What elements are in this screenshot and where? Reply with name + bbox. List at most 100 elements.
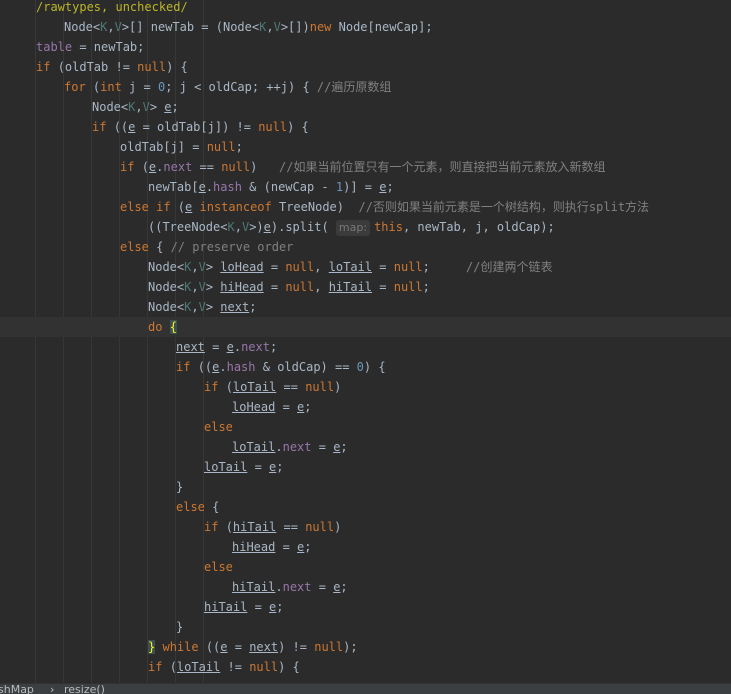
code-token: V — [198, 260, 206, 274]
code-token: ((TreeNode< — [148, 220, 228, 234]
code-token: loTail — [176, 660, 221, 674]
code-token: e — [226, 340, 234, 354]
code-line[interactable]: } — [0, 617, 731, 637]
code-token: hash — [226, 360, 256, 374]
code-text: } — [176, 617, 183, 637]
code-line[interactable]: Node<K,V> loHead = null, loTail = null; … — [0, 257, 731, 277]
code-text: Node<K,V> next; — [148, 297, 256, 317]
code-text: Node<K,V> e; — [92, 97, 179, 117]
code-token: for — [64, 80, 93, 94]
code-text: else { — [176, 497, 219, 517]
code-token: Node[newCap]; — [338, 20, 433, 34]
code-line[interactable]: if (oldTab != null) { — [0, 57, 731, 77]
code-token: == — [276, 520, 306, 534]
code-token: = oldTab[j]) != — [135, 120, 259, 134]
code-token: Node< — [148, 300, 185, 314]
code-token: hiTail — [328, 280, 373, 294]
code-line[interactable]: if (e.next == null) //如果当前位置只有一个元素，则直接把当… — [0, 157, 731, 177]
code-token: null — [137, 60, 167, 74]
code-line[interactable]: next = e.next; — [0, 337, 731, 357]
code-line[interactable]: else { — [0, 497, 731, 517]
code-token: ; j < oldCap; ++j) { — [165, 80, 317, 94]
code-token: >[]) — [280, 20, 310, 34]
code-token: (( — [197, 360, 213, 374]
code-line[interactable]: oldTab[j] = null; — [0, 137, 731, 157]
code-line[interactable]: else — [0, 417, 731, 437]
code-token: (oldTab != — [57, 60, 138, 74]
code-token: ( — [225, 380, 233, 394]
code-token: , — [234, 220, 242, 234]
code-line[interactable]: newTab[e.hash & (newCap - 1)] = e; — [0, 177, 731, 197]
code-line[interactable]: if ((e = oldTab[j]) != null) { — [0, 117, 731, 137]
code-token: . — [219, 360, 227, 374]
code-token: e — [164, 100, 172, 114]
code-line[interactable]: if ((e.hash & oldCap) == 0) { — [0, 357, 731, 377]
code-token: next — [176, 340, 205, 354]
code-line[interactable]: loHead = e; — [0, 397, 731, 417]
code-line[interactable]: table = newTab; — [0, 37, 731, 57]
code-line[interactable]: for (int j = 0; j < oldCap; ++j) { //遍历原… — [0, 77, 731, 97]
code-line[interactable]: hiTail.next = e; — [0, 577, 731, 597]
code-token: V — [114, 20, 122, 34]
code-line[interactable]: do { — [0, 317, 731, 337]
code-line[interactable]: } — [0, 477, 731, 497]
code-line[interactable]: loTail.next = e; — [0, 437, 731, 457]
code-token: V — [198, 300, 206, 314]
code-token: hiTail — [232, 520, 277, 534]
code-token: if — [204, 380, 226, 394]
code-token: = — [311, 440, 334, 454]
code-text: hiTail.next = e; — [232, 577, 348, 597]
code-text: Node<K,V>[] newTab = (Node<K,V>[])new No… — [64, 17, 433, 37]
code-line[interactable]: hiTail = e; — [0, 597, 731, 617]
code-token: { — [212, 500, 220, 514]
code-text: if (hiTail == null) — [204, 517, 341, 537]
code-text: next = e.next; — [176, 337, 277, 357]
code-token: V — [273, 20, 281, 34]
code-token: if — [148, 660, 170, 674]
code-token: >) — [249, 220, 264, 234]
code-line[interactable]: Node<K,V> e; — [0, 97, 731, 117]
code-token: null — [249, 660, 279, 674]
code-token: V — [142, 100, 150, 114]
code-line[interactable]: /rawtypes, unchecked/ — [0, 0, 731, 17]
code-line[interactable]: else — [0, 557, 731, 577]
code-token: , — [135, 100, 143, 114]
code-token: . — [275, 440, 283, 454]
code-line[interactable]: Node<K,V>[] newTab = (Node<K,V>[])new No… — [0, 17, 731, 37]
code-line[interactable]: if (loTail != null) { — [0, 657, 731, 677]
code-token: e — [198, 180, 206, 194]
code-token: , — [191, 300, 199, 314]
code-token: loHead — [220, 260, 264, 274]
code-line[interactable]: hiHead = e; — [0, 537, 731, 557]
code-line[interactable]: if (hiTail == null) — [0, 517, 731, 537]
code-token: newTab[ — [148, 180, 199, 194]
code-token: if — [36, 60, 58, 74]
code-token: loTail — [204, 460, 248, 474]
code-line[interactable]: } while ((e = next) != null); — [0, 637, 731, 657]
code-token: Node< — [92, 100, 129, 114]
code-token: > — [205, 280, 221, 294]
code-token: loTail — [232, 380, 277, 394]
code-token: } — [176, 480, 184, 494]
code-token: hiHead — [220, 280, 264, 294]
code-token: == — [276, 380, 306, 394]
code-token: else — [176, 500, 213, 514]
code-token: null — [305, 380, 335, 394]
code-line[interactable]: else { // preserve order — [0, 237, 731, 257]
breadcrumb: shMap › resize() — [0, 683, 731, 694]
code-line[interactable]: loTail = e; — [0, 457, 731, 477]
code-token: /rawtypes, unchecked/ — [36, 0, 188, 14]
code-editor[interactable]: /rawtypes, unchecked/Node<K,V>[] newTab … — [0, 0, 731, 683]
code-line[interactable]: Node<K,V> next; — [0, 297, 731, 317]
code-line[interactable]: ((TreeNode<K,V>)e).split( map: this, newT… — [0, 217, 731, 237]
code-line[interactable]: Node<K,V> hiHead = null, hiTail = null; — [0, 277, 731, 297]
code-token: ); — [343, 640, 358, 654]
code-token: ; — [422, 260, 466, 274]
code-token: ) — [334, 380, 342, 394]
code-line[interactable]: if (loTail == null) — [0, 377, 731, 397]
code-token: Node< — [148, 280, 185, 294]
code-line[interactable]: else if (e instanceof TreeNode) //否则如果当前… — [0, 197, 731, 217]
code-token: next — [282, 440, 312, 454]
code-token: TreeNode) — [278, 200, 359, 214]
